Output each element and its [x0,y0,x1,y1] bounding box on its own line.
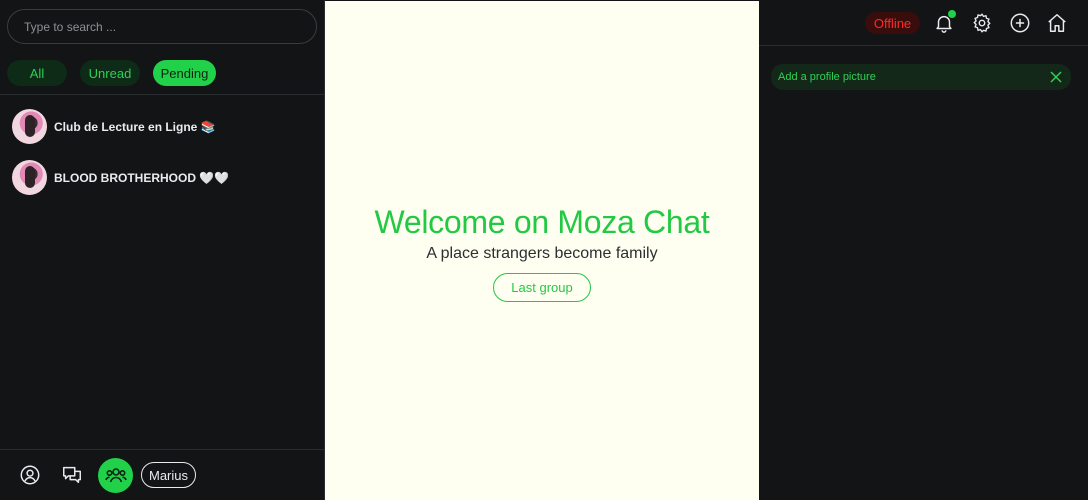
filter-unread-chip[interactable]: Unread [80,60,140,86]
sidebar-divider [0,94,324,95]
profile-icon[interactable] [16,461,44,489]
list-item[interactable]: Club de Lecture en Ligne 📚 [0,101,324,152]
right-panel: Offline Add a profile picture [759,0,1088,500]
filter-chips: All Unread Pending [7,60,216,86]
banner-text: Add a profile picture [778,71,876,83]
welcome-panel: Welcome on Moza Chat A place strangers b… [325,1,759,500]
avatar [12,160,47,195]
welcome-title: Welcome on Moza Chat [374,204,710,240]
search-input[interactable] [8,10,316,43]
list-item[interactable]: BLOOD BROTHERHOOD 🤍🤍 [0,152,324,203]
search-box [7,9,317,44]
bottom-nav: Marius [0,449,324,500]
chat-icon[interactable] [58,461,86,489]
conversation-name: Club de Lecture en Ligne 📚 [54,119,216,134]
bell-icon[interactable] [932,10,956,35]
avatar [12,109,47,144]
close-icon[interactable] [1049,70,1063,84]
welcome-subtitle: A place strangers become family [426,245,658,262]
top-bar: Offline [759,0,1088,46]
notification-dot [948,10,956,18]
last-group-button[interactable]: Last group [493,273,591,302]
filter-pending-chip[interactable]: Pending [153,60,216,86]
user-name-pill[interactable]: Marius [141,462,197,488]
conversation-list: Club de Lecture en Ligne 📚 BLOOD BROTHER… [0,101,324,203]
plus-circle-icon[interactable] [1008,11,1032,35]
group-icon[interactable] [98,457,133,493]
gear-icon[interactable] [970,11,994,35]
left-sidebar: All Unread Pending Club de Lecture en Li… [0,0,325,500]
filter-all-chip[interactable]: All [7,60,67,86]
profile-picture-banner[interactable]: Add a profile picture [771,64,1071,90]
status-badge: Offline [865,12,920,34]
home-icon[interactable] [1045,11,1069,35]
conversation-name: BLOOD BROTHERHOOD 🤍🤍 [54,170,230,185]
